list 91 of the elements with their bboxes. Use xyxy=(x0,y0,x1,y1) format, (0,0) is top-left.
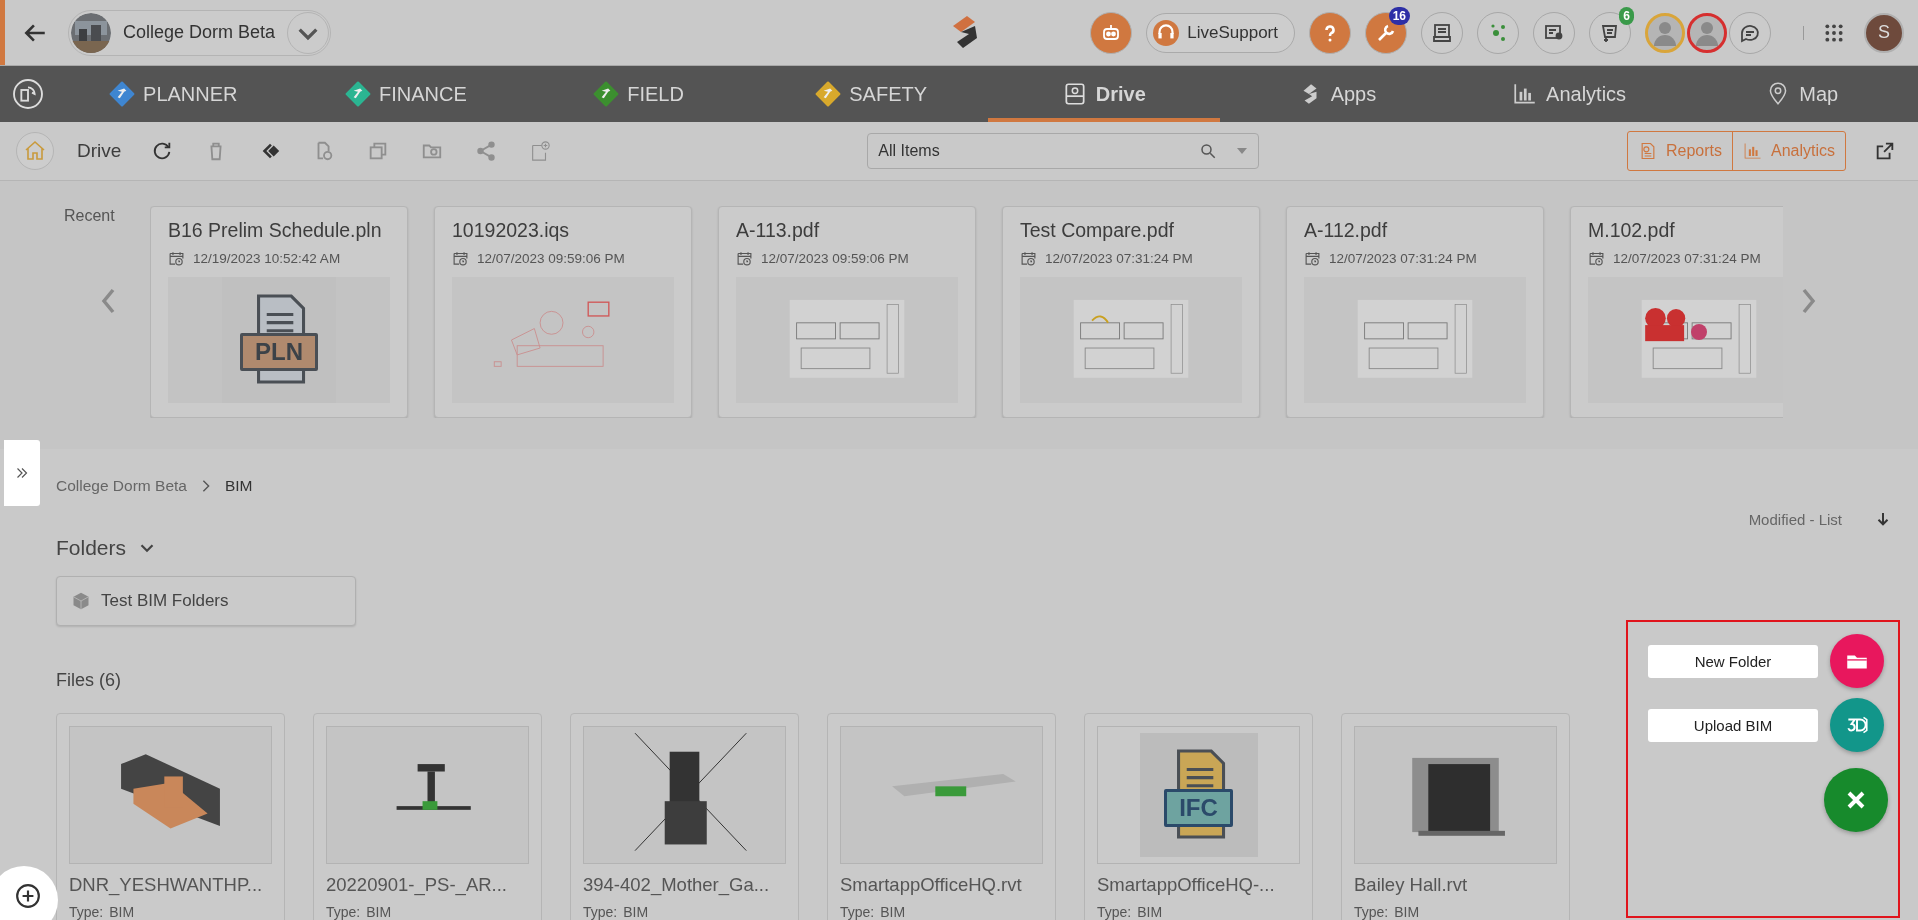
cube-icon xyxy=(71,591,91,611)
section-title: Folders xyxy=(56,536,127,560)
avatar[interactable] xyxy=(1687,12,1727,53)
chat-button[interactable] xyxy=(1729,11,1771,54)
breadcrumb-link[interactable]: College Dorm Beta xyxy=(56,477,187,495)
chevron-right-icon xyxy=(200,479,211,493)
section-title: Files (6) xyxy=(56,670,121,691)
action-label[interactable]: Upload BIM xyxy=(1648,708,1818,742)
project-selector[interactable]: College Dorm Beta xyxy=(68,9,332,56)
bar-chart-icon xyxy=(1742,141,1763,161)
switch-icon[interactable] xyxy=(12,78,44,110)
live-support-button[interactable]: LiveSupport xyxy=(1146,12,1295,53)
help-button[interactable] xyxy=(1309,11,1351,54)
file-card[interactable]: DNR_YESHWANTHP... Type: BIM xyxy=(56,713,285,920)
sort-selector[interactable]: Modified - List xyxy=(1748,510,1842,528)
headset-icon xyxy=(1153,19,1180,46)
file-card[interactable]: Bailey Hall.rvt Type: BIM xyxy=(1341,713,1570,920)
module-tab[interactable]: SAFETY xyxy=(754,66,988,122)
file-name: Test Compare.pdf xyxy=(1020,219,1175,242)
count-badge: 16 xyxy=(1388,6,1410,25)
close-button[interactable] xyxy=(1824,768,1888,832)
type-value: BIM xyxy=(1137,904,1163,920)
module-tab[interactable]: FINANCE xyxy=(289,66,523,122)
type-value: BIM xyxy=(109,904,135,920)
folder-button[interactable] xyxy=(1830,634,1884,688)
page-title: Drive xyxy=(77,140,122,162)
calendar-clock-icon xyxy=(452,250,469,267)
modified-date: 12/07/2023 09:59:06 PM xyxy=(477,251,625,266)
module-tab[interactable]: Drive xyxy=(987,66,1221,122)
tray-button[interactable] xyxy=(1421,11,1463,54)
modified-date: 12/07/2023 07:31:24 PM xyxy=(1329,251,1477,266)
plus-circle-icon xyxy=(15,883,41,909)
module-tab[interactable]: Apps xyxy=(1220,66,1453,122)
modified-date: 12/07/2023 07:31:24 PM xyxy=(1045,251,1193,266)
type-value: BIM xyxy=(880,904,906,920)
breadcrumb-link[interactable]: BIM xyxy=(224,477,253,495)
module-tab[interactable]: FIELD xyxy=(522,66,755,122)
user-avatar[interactable]: S xyxy=(1864,12,1904,53)
recent-file-card[interactable]: M.102.pdf 12/07/2023 07:31:24 PM xyxy=(1570,206,1783,418)
type-label: Type: xyxy=(69,904,104,920)
file-name: SmartappOfficeHQ-... xyxy=(1097,874,1276,896)
file-name: 394-402_Mother_Ga... xyxy=(583,874,771,896)
file-card[interactable]: 394-402_Mother_Ga... Type: BIM xyxy=(570,713,799,920)
file-name: 20220901-_PS-_AR... xyxy=(326,874,508,896)
filter-field[interactable]: All Items xyxy=(867,133,1260,169)
calendar-clock-icon xyxy=(736,250,753,267)
recent-file-card[interactable]: A-113.pdf 12/07/2023 09:59:06 PM xyxy=(718,206,976,418)
type-value: BIM xyxy=(1394,904,1420,920)
type-value: BIM xyxy=(623,904,649,920)
modified-date: 12/19/2023 10:52:42 AM xyxy=(193,251,341,266)
type-label: Type: xyxy=(583,904,618,920)
calendar-clock-icon xyxy=(1588,250,1605,267)
file-name: A-113.pdf xyxy=(736,219,821,242)
calendar-clock-icon xyxy=(1020,250,1037,267)
module-tab[interactable]: Map xyxy=(1685,66,1918,122)
file-name: B16 Prelim Schedule.pln xyxy=(168,219,383,242)
calendar-clock-icon xyxy=(168,250,185,267)
file-type-icon: IFC xyxy=(1139,733,1258,857)
file-name: 10192023.iqs xyxy=(452,219,571,242)
contact-button[interactable] xyxy=(1533,11,1575,54)
calendar-clock-icon xyxy=(1304,250,1321,267)
type-label: Type: xyxy=(840,904,875,920)
type-label: Type: xyxy=(1097,904,1132,920)
module-tab[interactable]: Analytics xyxy=(1452,66,1686,122)
file-name: A-112.pdf xyxy=(1304,219,1389,242)
open-external-icon[interactable] xyxy=(1874,140,1896,162)
file-card[interactable]: SmartappOfficeHQ.rvt Type: BIM xyxy=(827,713,1056,920)
recent-file-card[interactable]: A-112.pdf 12/07/2023 07:31:24 PM xyxy=(1286,206,1544,418)
apps-grid-icon[interactable] xyxy=(1824,22,1844,43)
folder-name: Test BIM Folders xyxy=(101,591,229,611)
file-name: SmartappOfficeHQ.rvt xyxy=(840,874,1023,896)
file-card[interactable]: 20220901-_PS-_AR... Type: BIM xyxy=(313,713,542,920)
recent-file-card[interactable]: B16 Prelim Schedule.pln 12/19/2023 10:52:42 AM PLN xyxy=(150,206,408,418)
count-badge: 6 xyxy=(1619,6,1634,25)
modified-date: 12/07/2023 09:59:06 PM xyxy=(761,251,909,266)
type-label: Type: xyxy=(326,904,361,920)
recent-file-card[interactable]: Test Compare.pdf 12/07/2023 07:31:24 PM xyxy=(1002,206,1260,418)
type-label: Type: xyxy=(1354,904,1389,920)
recent-file-card[interactable]: 10192023.iqs 12/07/2023 09:59:06 PM xyxy=(434,206,692,418)
module-tab[interactable]: PLANNER xyxy=(57,66,290,122)
file-card[interactable]: IFC SmartappOfficeHQ-... Type: BIM xyxy=(1084,713,1313,920)
file-name: DNR_YESHWANTHP... xyxy=(69,874,264,896)
modified-date: 12/07/2023 07:31:24 PM xyxy=(1613,251,1761,266)
3d-box-button[interactable] xyxy=(1830,698,1884,752)
search-icon[interactable] xyxy=(1199,142,1218,160)
type-value: BIM xyxy=(366,904,392,920)
file-name: Bailey Hall.rvt xyxy=(1354,874,1469,896)
section-label: Recent xyxy=(64,207,116,225)
folder-item[interactable]: Test BIM Folders xyxy=(56,576,356,626)
action-label[interactable]: New Folder xyxy=(1648,644,1818,678)
file-name: M.102.pdf xyxy=(1588,219,1676,242)
